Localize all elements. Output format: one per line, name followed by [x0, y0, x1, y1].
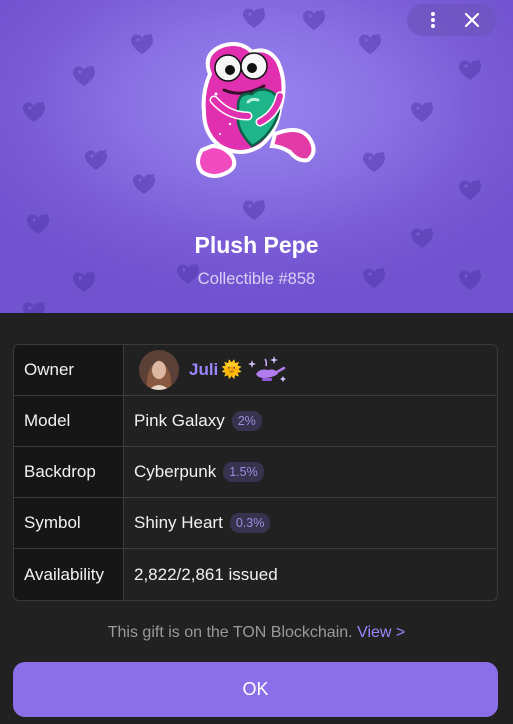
attribute-value-backdrop[interactable]: Cyberpunk 1.5%	[124, 447, 497, 498]
attribute-value-symbol[interactable]: Shiny Heart 0.3%	[124, 498, 497, 549]
heart-icon	[360, 150, 388, 174]
heart-icon	[300, 8, 328, 32]
heart-icon	[20, 300, 48, 313]
heart-icon	[456, 178, 484, 202]
attribute-key-availability: Availability	[14, 549, 124, 600]
heart-icon	[70, 64, 98, 88]
heart-icon	[20, 100, 48, 124]
rarity-badge: 0.3%	[229, 513, 271, 533]
backdrop-value[interactable]: Cyberpunk	[134, 462, 216, 482]
heart-icon	[356, 32, 384, 56]
attribute-key-model: Model	[14, 396, 124, 447]
heart-icon	[128, 32, 156, 56]
header-controls	[407, 4, 497, 36]
close-icon[interactable]	[456, 4, 488, 36]
ok-button[interactable]: OK	[13, 662, 498, 717]
heart-icon	[82, 148, 110, 172]
heart-icon	[130, 172, 158, 196]
more-vertical-icon[interactable]	[417, 4, 449, 36]
attribute-value-model[interactable]: Pink Galaxy 2%	[124, 396, 497, 447]
attribute-key-owner: Owner	[14, 345, 124, 396]
heart-icon	[240, 6, 268, 30]
owner-avatar[interactable]	[139, 350, 179, 390]
heart-icon	[408, 100, 436, 124]
attribute-value-owner[interactable]: Juli 🌞	[124, 345, 497, 396]
plush-pepe-sticker	[180, 34, 330, 186]
sun-emoji: 🌞	[221, 360, 243, 379]
gift-subtitle: Collectible #858	[197, 270, 316, 288]
rarity-badge: 1.5%	[223, 462, 264, 482]
attribute-key-symbol: Symbol	[14, 498, 124, 549]
blockchain-note: This gift is on the TON Blockchain. View…	[0, 624, 513, 642]
symbol-value[interactable]: Shiny Heart	[134, 513, 223, 533]
magic-lamp-icon	[244, 354, 288, 386]
gift-header: Plush Pepe Collectible #858	[0, 0, 513, 313]
attribute-value-availability: 2,822/2,861 issued	[124, 549, 497, 600]
owner-name[interactable]: Juli	[189, 360, 218, 380]
heart-icon	[240, 198, 268, 222]
view-link[interactable]: View >	[357, 624, 405, 641]
gift-attributes-table: Owner Juli 🌞 Model Pink Galaxy 2% Backdr…	[13, 344, 498, 601]
gift-title: Plush Pepe	[194, 232, 319, 258]
blockchain-note-text: This gift is on the TON Blockchain.	[107, 624, 353, 641]
attribute-key-backdrop: Backdrop	[14, 447, 124, 498]
heart-icon	[456, 58, 484, 82]
model-value[interactable]: Pink Galaxy	[134, 411, 225, 431]
rarity-badge: 2%	[231, 411, 262, 431]
availability-value: 2,822/2,861 issued	[134, 564, 278, 584]
